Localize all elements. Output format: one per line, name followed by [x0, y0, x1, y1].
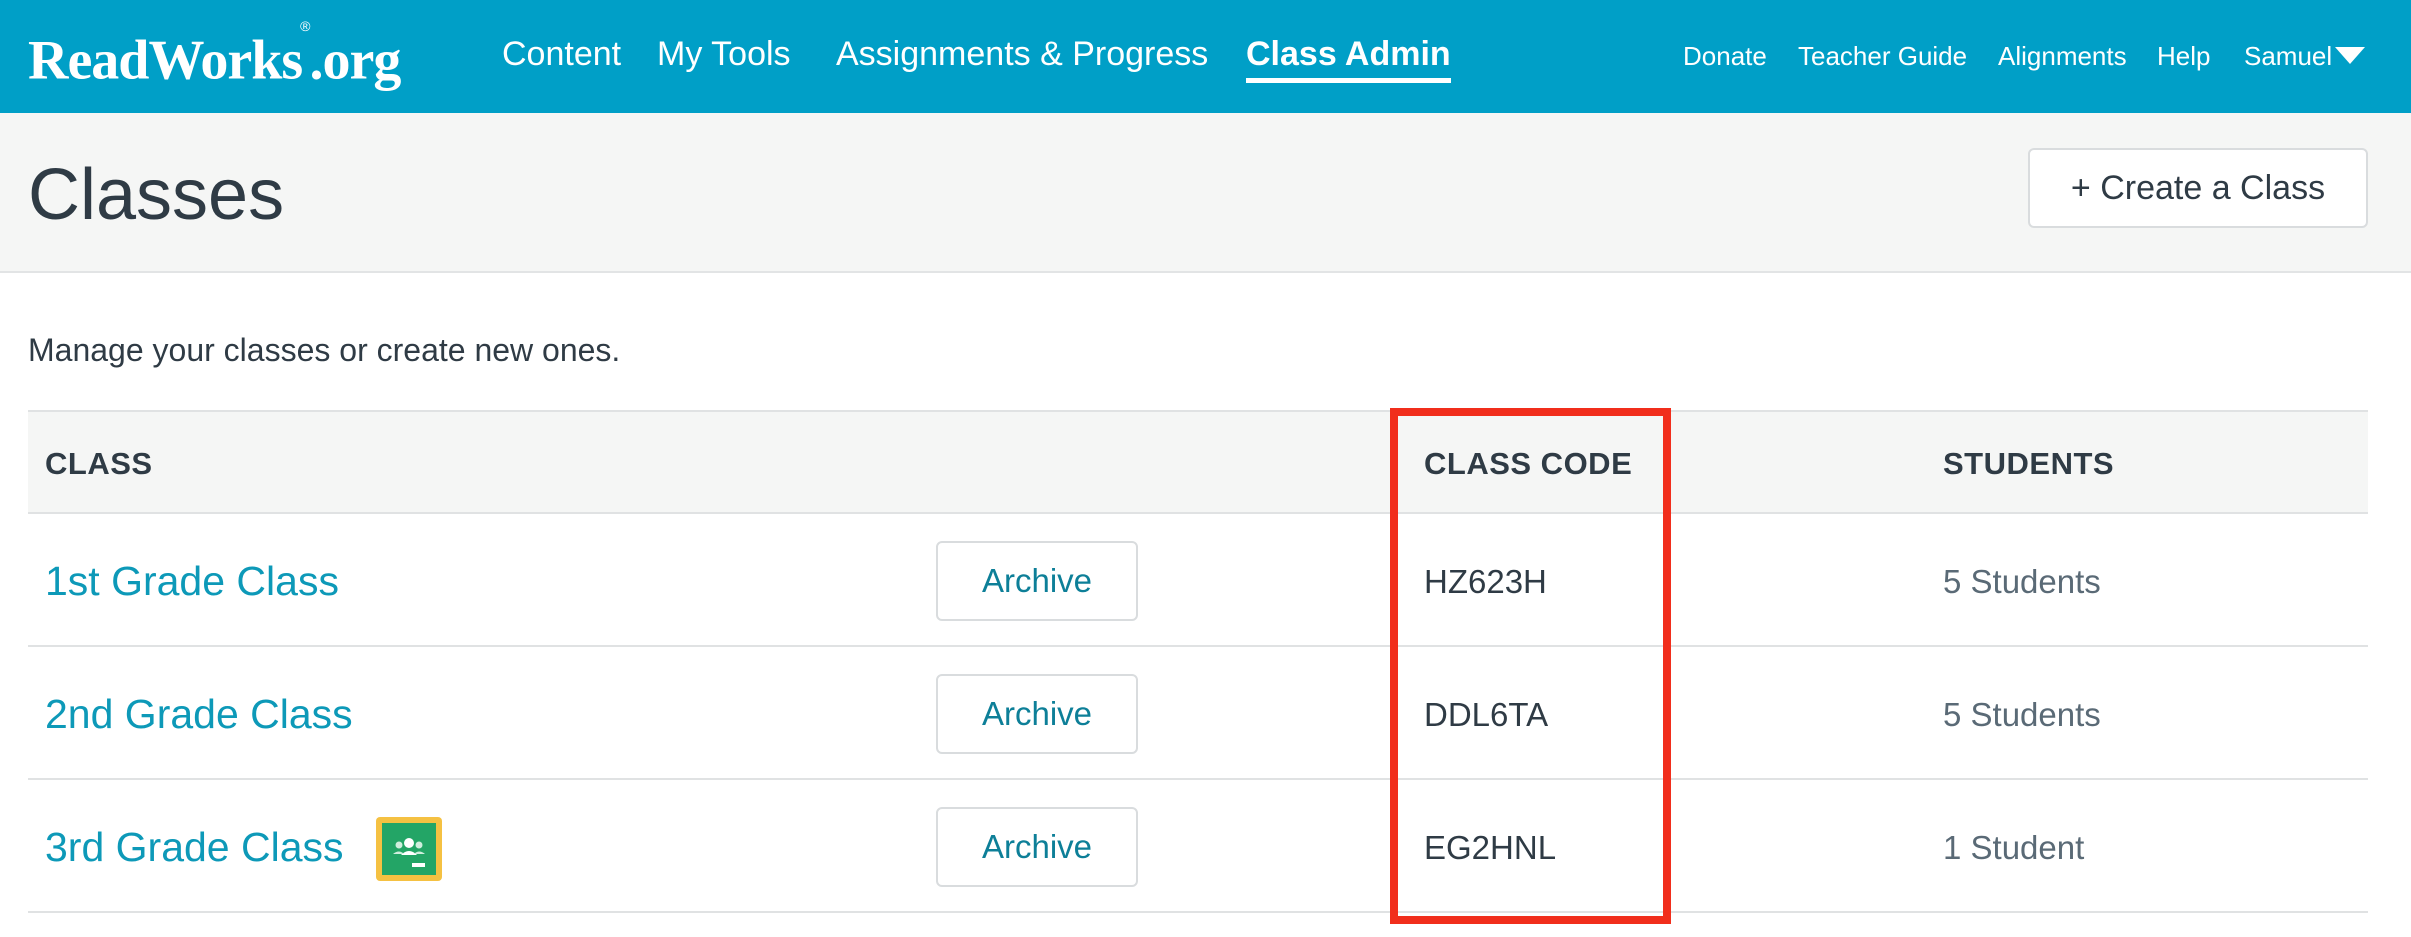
nav-my-tools[interactable]: My Tools	[657, 34, 791, 74]
logo-text: ReadWorks	[28, 29, 303, 92]
table-header: CLASS CLASS CODE STUDENTS	[28, 410, 2368, 514]
student-count: 5 Students	[1943, 696, 2101, 733]
class-code-highlight-box	[1390, 408, 1671, 924]
column-header-students: STUDENTS	[1943, 446, 2115, 481]
page-header: Classes + Create a Class	[0, 113, 2411, 273]
chevron-down-icon[interactable]	[2335, 47, 2365, 64]
page-subtitle: Manage your classes or create new ones.	[28, 332, 621, 368]
create-class-button[interactable]: + Create a Class	[2028, 148, 2368, 228]
table-row: 1st Grade Class Archive HZ623H 5 Student…	[28, 514, 2368, 647]
readworks-logo[interactable]: ReadWorks®.org	[28, 18, 401, 92]
class-name-link[interactable]: 3rd Grade Class	[45, 823, 344, 871]
nav-assignments-progress[interactable]: Assignments & Progress	[836, 34, 1208, 74]
logo-suffix: .org	[309, 29, 401, 92]
user-menu[interactable]: Samuel	[2244, 40, 2332, 72]
archive-button[interactable]: Archive	[936, 674, 1138, 754]
logo-registered-mark: ®	[300, 18, 310, 34]
nav-help[interactable]: Help	[2157, 40, 2210, 72]
classroom-people-icon	[393, 838, 425, 867]
column-header-class: CLASS	[45, 446, 153, 481]
top-navigation-bar: ReadWorks®.org Content My Tools Assignme…	[0, 0, 2411, 113]
nav-class-admin[interactable]: Class Admin	[1246, 34, 1451, 74]
archive-button[interactable]: Archive	[936, 541, 1138, 621]
nav-alignments[interactable]: Alignments	[1998, 40, 2127, 72]
table-row: 3rd Grade Class Archive EG2HNL 1 Student	[28, 780, 2368, 913]
student-count: 5 Students	[1943, 563, 2101, 600]
nav-content[interactable]: Content	[502, 34, 621, 74]
active-nav-underline	[1246, 78, 1451, 83]
google-classroom-icon[interactable]	[376, 817, 442, 881]
nav-teacher-guide[interactable]: Teacher Guide	[1798, 40, 1967, 72]
page-title: Classes	[28, 155, 285, 235]
google-classroom-icon-inner	[382, 823, 436, 875]
class-name-link[interactable]: 2nd Grade Class	[45, 690, 353, 738]
class-name-link[interactable]: 1st Grade Class	[45, 557, 339, 605]
student-count: 1 Student	[1943, 829, 2085, 866]
nav-donate[interactable]: Donate	[1683, 40, 1767, 72]
table-row: 2nd Grade Class Archive DDL6TA 5 Student…	[28, 647, 2368, 780]
archive-button[interactable]: Archive	[936, 807, 1138, 887]
